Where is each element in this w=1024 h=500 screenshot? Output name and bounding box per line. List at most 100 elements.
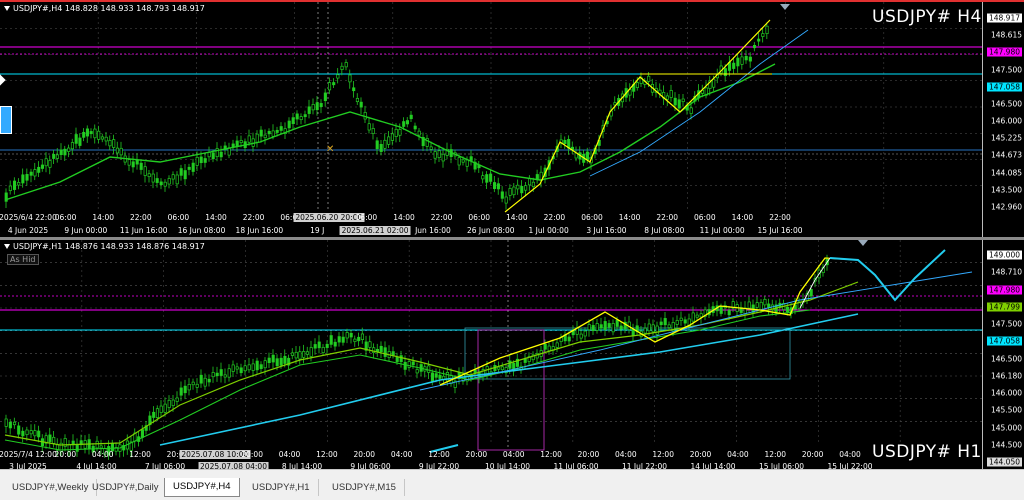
- candle-body: [29, 171, 33, 176]
- candle-body: [349, 332, 353, 338]
- h1-chart-panel[interactable]: USDJPY#,H1 148.876 148.933 148.876 148.9…: [0, 240, 1024, 469]
- candle-body: [371, 128, 375, 134]
- candle-body: [332, 82, 336, 86]
- price-label: 144.500: [990, 440, 1022, 450]
- candle-body: [619, 325, 623, 330]
- candle-body: [759, 301, 763, 311]
- price-label: 142.960: [990, 202, 1022, 212]
- candle-body: [438, 374, 442, 379]
- candle-body: [691, 312, 695, 322]
- candle-body: [747, 301, 751, 309]
- time-label: 06:00: [167, 213, 190, 222]
- candle-body: [643, 327, 647, 334]
- candle-body: [112, 139, 116, 148]
- candle-body: [489, 173, 493, 182]
- h4-price-axis[interactable]: 148.917 148.615 147.980 147.500 147.058 146.5…: [982, 2, 1024, 237]
- candle-body: [33, 169, 37, 177]
- date-label: 4 Jul 14:00: [76, 462, 117, 469]
- price-label: 147.058: [986, 82, 1022, 92]
- candle-body: [294, 351, 298, 359]
- ma-fast-line: [4, 309, 811, 451]
- candle-body: [415, 369, 419, 374]
- tab-usdjpy-m15[interactable]: USDJPY#,M15: [324, 479, 405, 496]
- candle-body: [683, 319, 687, 324]
- candle-body: [52, 436, 56, 444]
- candle-body: [271, 354, 275, 363]
- as-hid-button[interactable]: As Hid: [7, 254, 39, 265]
- tab-usdjpy-daily[interactable]: USDJPY#,Daily: [84, 479, 168, 496]
- candle-body: [231, 143, 235, 148]
- time-label: 22:00: [242, 213, 265, 222]
- candle-body: [765, 25, 769, 34]
- chart-shift-marker-icon[interactable]: [858, 240, 868, 246]
- candle-body: [40, 164, 45, 169]
- candle-body: [341, 336, 345, 343]
- session-box: [477, 329, 545, 451]
- chart-shift-marker-icon[interactable]: [780, 4, 790, 10]
- candle-body: [175, 174, 179, 185]
- candle-body: [251, 363, 255, 371]
- candle-body: [48, 160, 52, 168]
- candle-body: [752, 44, 757, 49]
- candle-body: [727, 310, 731, 316]
- candle-body: [100, 136, 105, 140]
- candle-body: [500, 191, 504, 199]
- candle-body: [140, 429, 145, 438]
- candle-body: [719, 306, 723, 314]
- candle-body: [681, 98, 685, 103]
- candle-body: [315, 102, 319, 111]
- price-label: 144.673: [990, 150, 1022, 160]
- candle-body: [163, 181, 167, 187]
- candle-body: [104, 136, 108, 142]
- time-label: 12:00: [540, 450, 562, 459]
- candle-body: [167, 178, 171, 185]
- candle-body: [429, 146, 433, 150]
- candle-body: [673, 97, 677, 106]
- date-label: 9 Jul 22:00: [418, 462, 460, 469]
- candle-body: [403, 361, 407, 370]
- date-label: 16 Jun 08:00: [177, 226, 226, 235]
- candle-body: [437, 150, 441, 159]
- candle-body: [583, 330, 587, 337]
- candle-body: [139, 162, 143, 170]
- price-label: 147.058: [986, 336, 1022, 346]
- tab-usdjpy-h1[interactable]: USDJPY#,H1: [244, 479, 319, 496]
- cross-marker-icon: ✕: [326, 144, 334, 155]
- time-label: 14:00: [618, 213, 641, 222]
- date-label: 2025.06.21 02:00: [339, 226, 411, 235]
- date-label: 26 Jun 08:00: [466, 226, 515, 235]
- candle-body: [740, 56, 744, 65]
- candle-body: [33, 430, 37, 437]
- date-label: 11 Jul 06:00: [553, 462, 599, 469]
- candle-body: [579, 333, 583, 339]
- candle-body: [500, 366, 505, 371]
- candle-body: [357, 336, 361, 342]
- date-label: 9 Jun 00:00: [64, 226, 108, 235]
- date-label: 14 Jul 14:00: [690, 462, 736, 469]
- h1-chart-canvas[interactable]: [0, 240, 1024, 469]
- candle-body: [74, 134, 78, 144]
- indicator-panel-icon[interactable]: [0, 106, 12, 134]
- time-label: 06:00: [693, 213, 716, 222]
- date-label: 3 Jul 2025: [9, 462, 47, 469]
- candle-body: [375, 140, 379, 150]
- tab-usdjpy-h4[interactable]: USDJPY#,H4: [164, 478, 240, 497]
- trend-line: [589, 29, 809, 177]
- candle-body: [305, 351, 310, 355]
- candle-body: [736, 57, 740, 67]
- candle-body: [179, 168, 183, 176]
- h4-chart-panel[interactable]: ✕ USDJPY#,H4 148.828 148.933 148.793 148…: [0, 0, 1024, 237]
- candle-body: [763, 298, 767, 306]
- date-label: 8 Jul 08:00: [644, 226, 685, 235]
- h1-price-axis[interactable]: 149.000 148.710 147.980 147.799 147.500 147.0…: [982, 240, 1024, 469]
- candle-body: [131, 161, 135, 168]
- candle-body: [227, 368, 231, 378]
- candle-body: [555, 342, 559, 348]
- h4-chart-canvas[interactable]: ✕: [0, 2, 1024, 237]
- time-label: 20:00: [465, 450, 488, 459]
- candle-body: [313, 344, 317, 349]
- candle-body: [409, 114, 413, 120]
- candle-body: [319, 103, 323, 108]
- candle-body: [748, 56, 752, 62]
- candle-body: [25, 429, 29, 435]
